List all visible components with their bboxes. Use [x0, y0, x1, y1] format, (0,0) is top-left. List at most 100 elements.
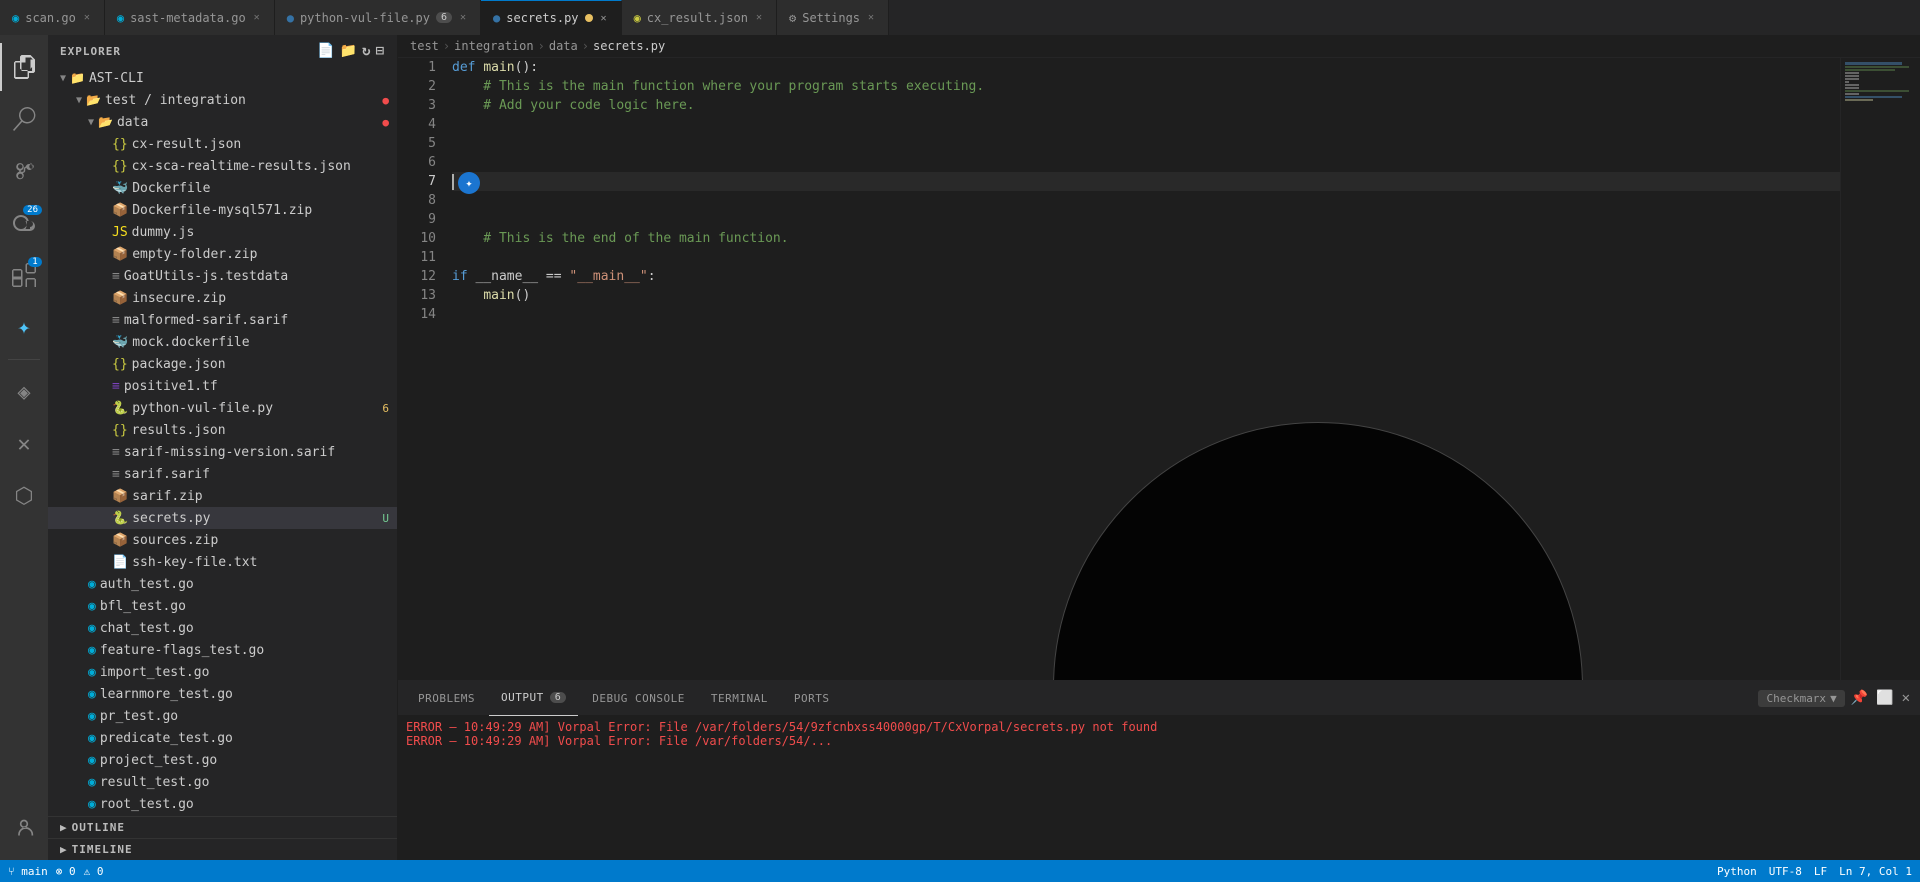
activity-item-find[interactable]: ◈ [0, 368, 48, 416]
tree-item-pr-test[interactable]: ◉ pr_test.go [48, 705, 397, 727]
breadcrumb-file[interactable]: secrets.py [593, 39, 665, 53]
collapse-icon[interactable]: ⊟ [376, 43, 385, 59]
tree-item-dummy-js[interactable]: JS dummy.js [48, 221, 397, 243]
tree-label: empty-folder.zip [132, 247, 397, 262]
tree-item-sarif-missing[interactable]: ≡ sarif-missing-version.sarif [48, 441, 397, 463]
tree-item-goatutils[interactable]: ≡ GoatUtils-js.testdata [48, 265, 397, 287]
tree-item-ssh-key-file[interactable]: 📄 ssh-key-file.txt [48, 551, 397, 573]
tree-item-cx-result-json[interactable]: {} cx-result.json [48, 133, 397, 155]
tree-item-predicate-test[interactable]: ◉ predicate_test.go [48, 727, 397, 749]
tree-item-data[interactable]: ▼ 📂 data ● [48, 111, 397, 133]
activity-item-account[interactable] [0, 804, 48, 852]
tab-secrets-py[interactable]: ● secrets.py ✕ [481, 0, 622, 35]
status-warnings[interactable]: ⚠ 0 [84, 865, 104, 878]
tree-item-feature-flags-test[interactable]: ◉ feature-flags_test.go [48, 639, 397, 661]
tree-item-sarif-zip[interactable]: 📦 sarif.zip [48, 485, 397, 507]
tree-item-secrets-py[interactable]: 🐍 secrets.py U [48, 507, 397, 529]
breadcrumb-test[interactable]: test [410, 39, 439, 53]
tab-close-settings[interactable]: ✕ [866, 10, 876, 25]
tree-item-empty-folder-zip[interactable]: 📦 empty-folder.zip [48, 243, 397, 265]
panel-maximize-icon[interactable]: ⬜ [1874, 688, 1895, 708]
tree-item-result-test[interactable]: ◉ result_test.go [48, 771, 397, 793]
activity-item-explorer[interactable] [0, 43, 48, 91]
panel-pin-icon[interactable]: 📌 [1849, 688, 1870, 708]
token-name: __name__ [475, 267, 538, 286]
panel-close-icon[interactable]: ✕ [1900, 688, 1912, 708]
token-paren: (): [515, 58, 538, 77]
tree-item-test-integration[interactable]: ▼ 📂 test / integration ● [48, 89, 397, 111]
activity-item-debug[interactable]: 26 [0, 199, 48, 247]
zip-icon: 📦 [112, 203, 128, 218]
refresh-icon[interactable]: ↻ [362, 43, 371, 59]
activity-item-extensions[interactable]: 1 [0, 251, 48, 299]
code-line-1: def main(): [452, 58, 1840, 77]
tree-item-dockerfile[interactable]: 🐳 Dockerfile [48, 177, 397, 199]
go-icon: ◉ [88, 599, 96, 614]
tab-cx-result[interactable]: ◉ cx_result.json ✕ [622, 0, 777, 35]
breadcrumb-data[interactable]: data [549, 39, 578, 53]
status-encoding[interactable]: UTF-8 [1769, 865, 1802, 878]
tab-python-vul[interactable]: ● python-vul-file.py 6 ✕ [275, 0, 481, 35]
tree-item-ast-cli[interactable]: ▼ 📁 AST-CLI [48, 67, 397, 89]
tab-close-secrets[interactable]: ✕ [599, 11, 609, 26]
tree-item-malformed-sarif[interactable]: ≡ malformed-sarif.sarif [48, 309, 397, 331]
line-num-3: 3 [406, 96, 436, 115]
tab-scan-go[interactable]: ◉ scan.go ✕ [0, 0, 105, 35]
new-file-icon[interactable]: 📄 [317, 43, 335, 59]
checkmarx-dropdown[interactable]: Checkmarx ▼ [1758, 690, 1844, 707]
tab-debug-console[interactable]: DEBUG CONSOLE [580, 681, 697, 716]
tree-item-insecure-zip[interactable]: 📦 insecure.zip [48, 287, 397, 309]
token-main-call: main [483, 286, 514, 305]
activity-item-cx[interactable]: ✦ [0, 303, 48, 351]
tree-item-sources-zip[interactable]: 📦 sources.zip [48, 529, 397, 551]
new-folder-icon[interactable]: 📁 [340, 43, 358, 59]
tree-label: results.json [132, 423, 397, 438]
tab-sast-metadata[interactable]: ◉ sast-metadata.go ✕ [105, 0, 275, 35]
tree-item-results-json[interactable]: {} results.json [48, 419, 397, 441]
tree-item-mock-dockerfile[interactable]: 🐳 mock.dockerfile [48, 331, 397, 353]
activity-item-close[interactable]: ✕ [0, 420, 48, 468]
tree-item-dockerfile-mysql[interactable]: 📦 Dockerfile-mysql571.zip [48, 199, 397, 221]
tree-badge-python-vul: 6 [382, 402, 389, 415]
tree-label: dummy.js [132, 225, 397, 240]
tree-item-root-test[interactable]: ◉ root_test.go [48, 793, 397, 815]
code-content[interactable]: def main(): # This is the main function … [448, 58, 1840, 680]
tab-ports[interactable]: PORTS [782, 681, 842, 716]
code-editor[interactable]: 1 2 3 4 5 6 7 8 9 10 11 12 13 14 [398, 58, 1840, 680]
tab-problems[interactable]: PROBLEMS [406, 681, 487, 716]
status-language[interactable]: Python [1717, 865, 1757, 878]
outline-section[interactable]: ▶ OUTLINE [48, 816, 397, 838]
tree-item-sarif-sarif[interactable]: ≡ sarif.sarif [48, 463, 397, 485]
activity-item-test[interactable]: ⬡ [0, 472, 48, 520]
account-icon [14, 818, 34, 838]
status-errors[interactable]: ⊗ 0 [56, 865, 76, 878]
tree-item-auth-test[interactable]: ◉ auth_test.go [48, 573, 397, 595]
tab-output[interactable]: OUTPUT 6 [489, 681, 578, 716]
tree-item-bfl-test[interactable]: ◉ bfl_test.go [48, 595, 397, 617]
tree-item-chat-test[interactable]: ◉ chat_test.go [48, 617, 397, 639]
line-num-1: 1 [406, 58, 436, 77]
tree-item-import-test[interactable]: ◉ import_test.go [48, 661, 397, 683]
tree-item-positive1-tf[interactable]: ≡ positive1.tf [48, 375, 397, 397]
tree-badge-data: ● [382, 116, 389, 129]
tab-close-sast[interactable]: ✕ [252, 10, 262, 25]
tab-close-scan-go[interactable]: ✕ [82, 10, 92, 25]
activity-item-search[interactable] [0, 95, 48, 143]
tree-item-package-json[interactable]: {} package.json [48, 353, 397, 375]
code-line-13: main() [452, 286, 1840, 305]
status-branch[interactable]: ⑂ main [8, 865, 48, 878]
status-line-ending[interactable]: LF [1814, 865, 1827, 878]
tab-terminal[interactable]: TERMINAL [699, 681, 780, 716]
breadcrumb-integration[interactable]: integration [454, 39, 533, 53]
tab-close-python-vul[interactable]: ✕ [458, 10, 468, 25]
tree-item-cx-sca[interactable]: {} cx-sca-realtime-results.json [48, 155, 397, 177]
timeline-section[interactable]: ▶ TIMELINE [48, 838, 397, 860]
line-num-10: 10 [406, 229, 436, 248]
tree-label: learnmore_test.go [100, 687, 397, 702]
tree-item-learnmore-test[interactable]: ◉ learnmore_test.go [48, 683, 397, 705]
tab-settings[interactable]: ⚙ Settings ✕ [777, 0, 889, 35]
tab-close-cx[interactable]: ✕ [754, 10, 764, 25]
tree-item-project-test[interactable]: ◉ project_test.go [48, 749, 397, 771]
activity-item-git[interactable] [0, 147, 48, 195]
tree-item-python-vul-file[interactable]: 🐍 python-vul-file.py 6 [48, 397, 397, 419]
